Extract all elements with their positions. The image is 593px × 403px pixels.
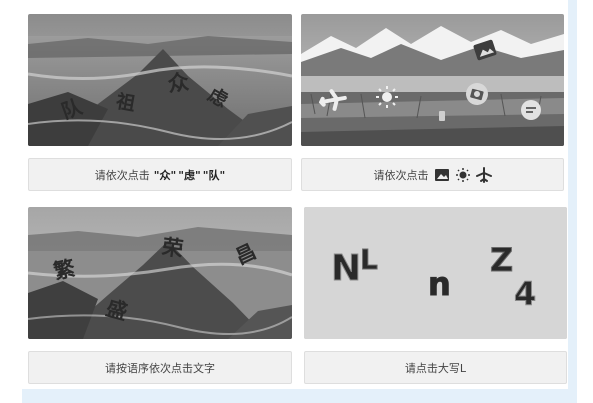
timer-icon[interactable]: [439, 111, 445, 121]
airplane-icon: [475, 166, 492, 183]
phrase-captcha-prompt-text: 请按语序依次点击文字: [105, 361, 215, 375]
phrase-captcha-image[interactable]: 繁 荣 昌 盛: [28, 207, 292, 339]
letter-captcha-prompt: 请点击大写L: [304, 351, 567, 384]
letter-captcha-glyph[interactable]: 4: [514, 275, 537, 314]
icon-captcha-image[interactable]: [301, 14, 564, 146]
letter-captcha-image[interactable]: N L n Z 4: [304, 207, 567, 339]
chat-icon[interactable]: [521, 100, 541, 120]
char-target-1: 众: [159, 168, 171, 182]
phrase-captcha-prompt: 请按语序依次点击文字: [28, 351, 292, 384]
letter-captcha-glyph[interactable]: N: [331, 248, 362, 290]
char-target-3: 队: [208, 168, 220, 182]
char-captcha-prompt-text: 请依次点击: [94, 168, 150, 182]
image-icon: [434, 168, 450, 182]
phrase-captcha-glyph[interactable]: 荣: [160, 235, 186, 262]
char-captcha-prompt: 请依次点击 "众" "虑" "队": [28, 158, 292, 191]
frame-bottom-border: [22, 389, 577, 403]
frame-right-border: [568, 0, 577, 403]
icon-captcha-prompt-text: 请依次点击: [373, 168, 429, 182]
char-target-2: 虑: [184, 168, 195, 182]
letter-captcha-glyph[interactable]: L: [360, 243, 379, 277]
icon-captcha-prompt: 请依次点击: [301, 158, 564, 191]
char-captcha-image[interactable]: 队 祖 众 虑: [28, 14, 292, 146]
char-captcha-glyph[interactable]: 众: [166, 70, 190, 97]
letter-captcha-glyph[interactable]: n: [428, 265, 452, 304]
char-captcha-glyph[interactable]: 祖: [113, 89, 137, 115]
sun-icon: [455, 167, 471, 183]
letter-captcha-glyph[interactable]: Z: [490, 241, 514, 280]
letter-captcha-prompt-text: 请点击大写L: [404, 361, 467, 375]
